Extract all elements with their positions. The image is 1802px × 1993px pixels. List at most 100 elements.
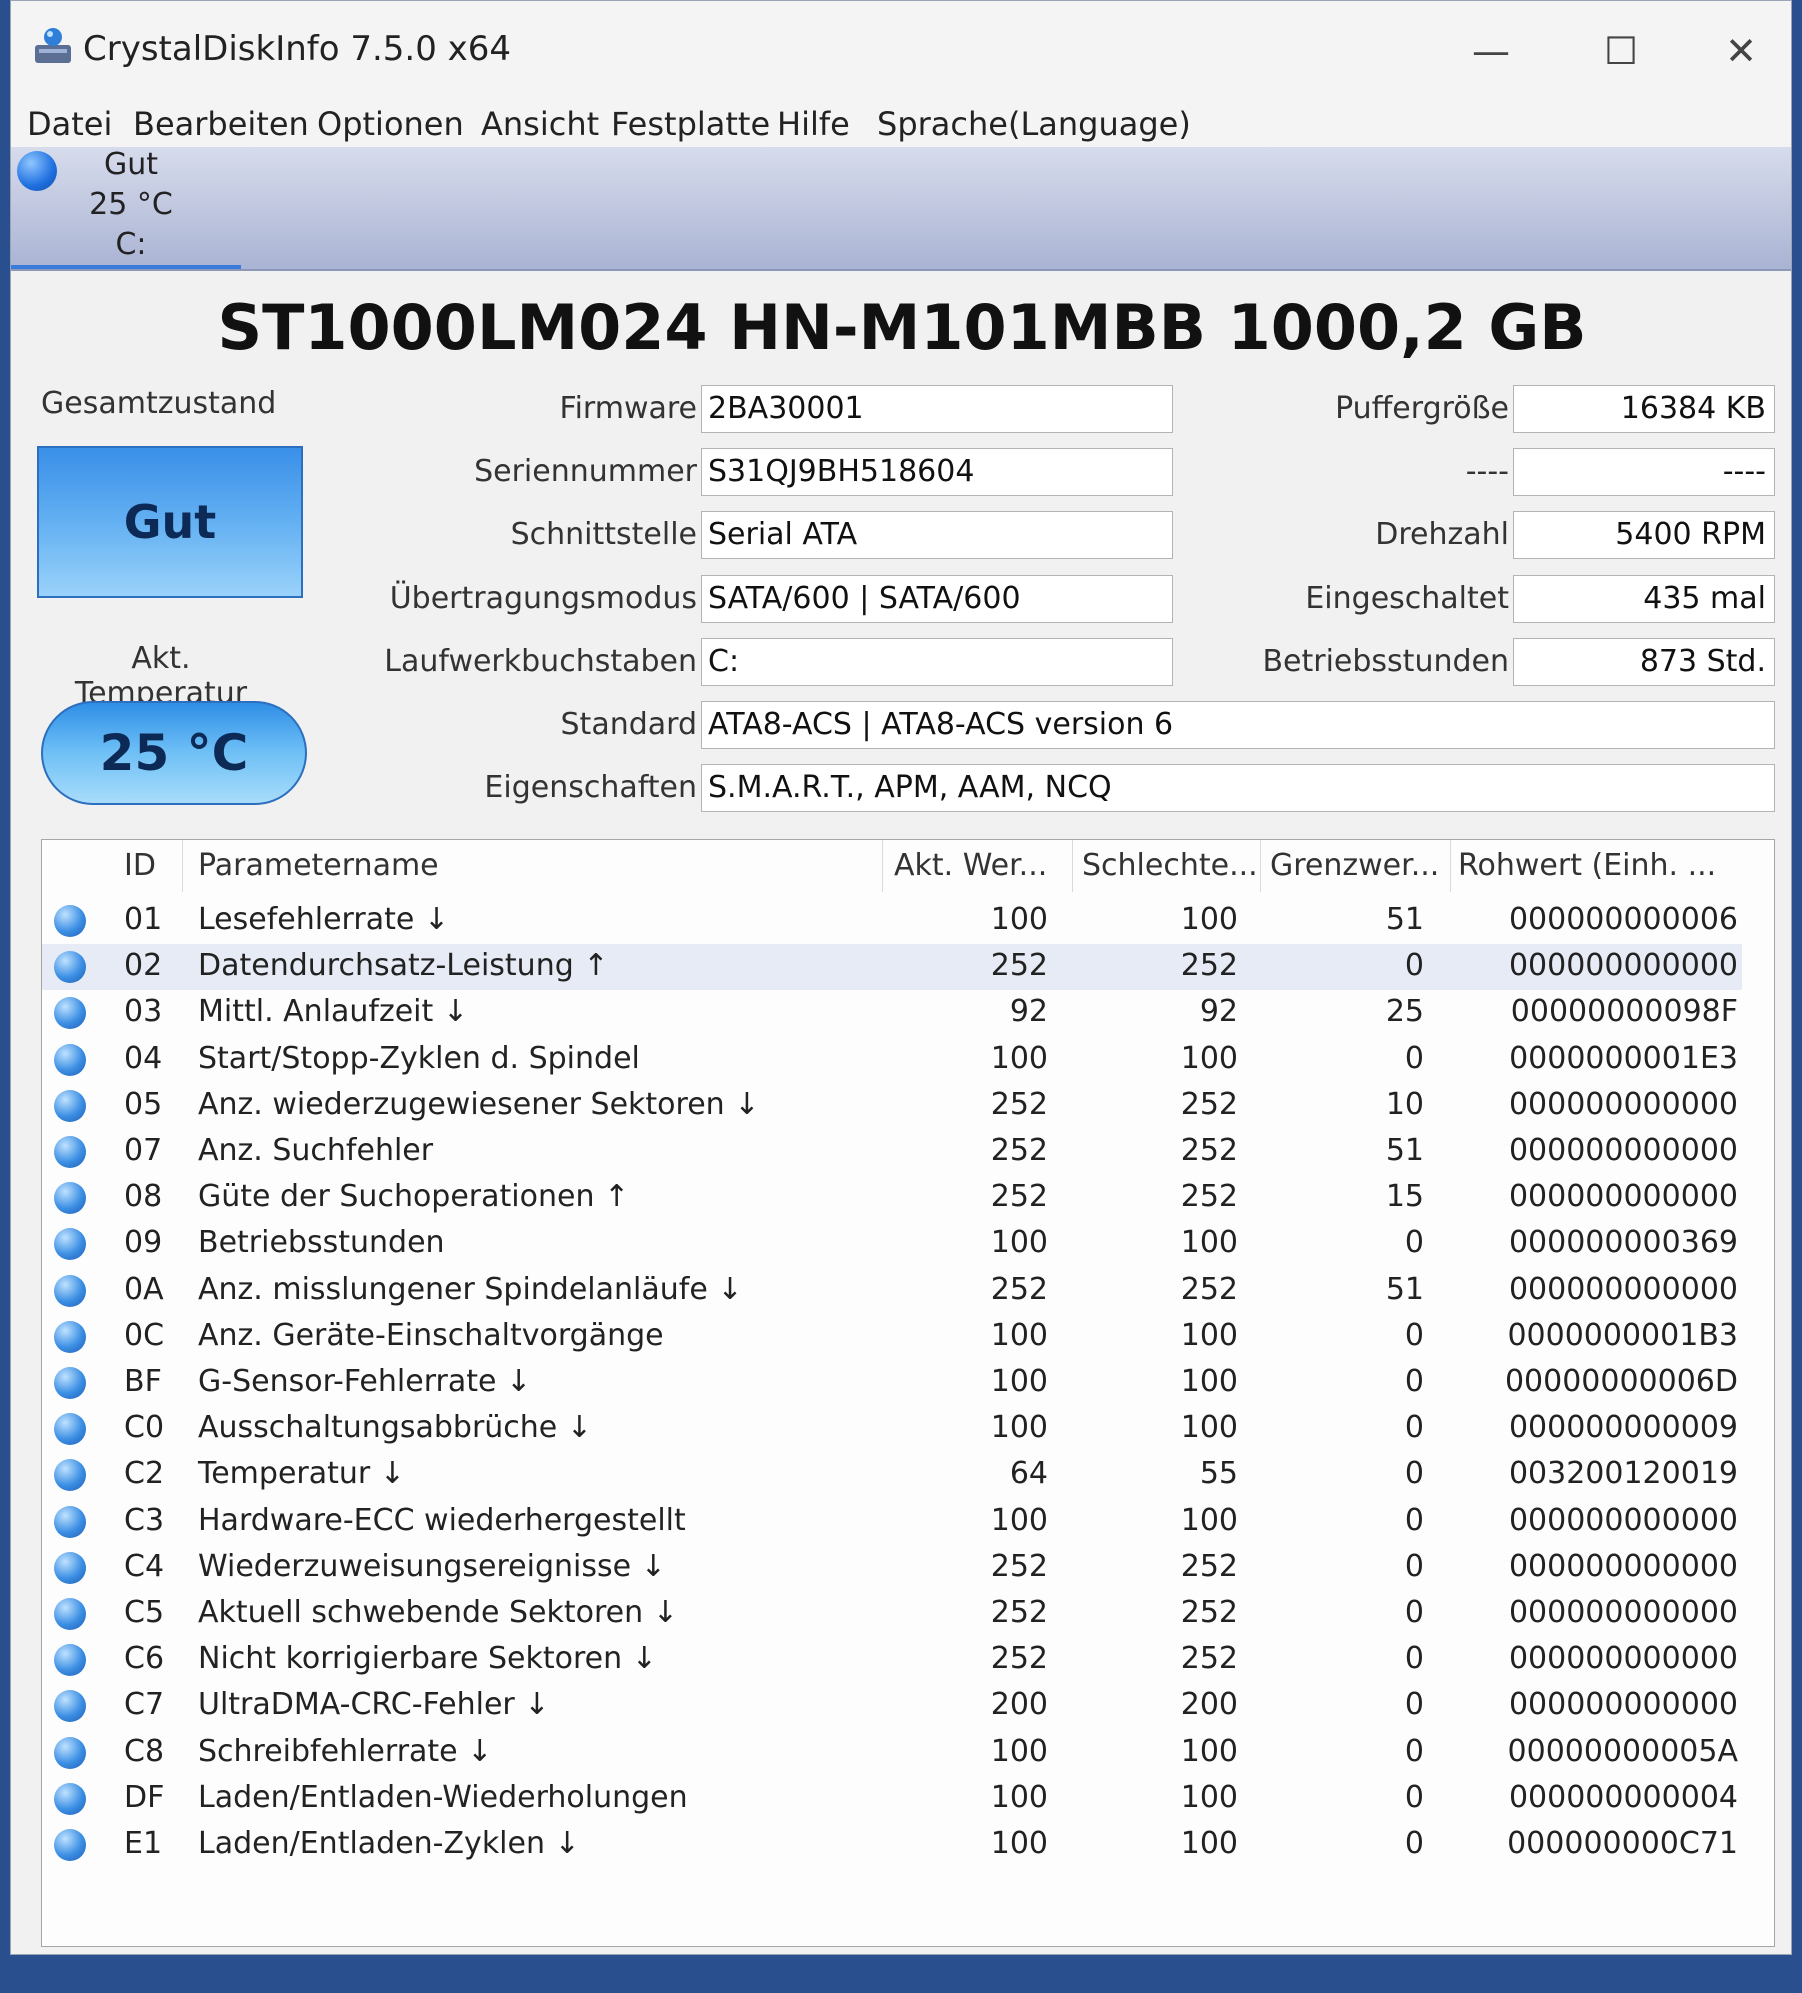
table-row[interactable]: C4 Wiederzuweisungsereignisse ↓ 252 252 0 000… <box>42 1545 1742 1591</box>
smart-cell-threshold: 0 <box>1404 1502 1424 1538</box>
health-label: Gesamtzustand <box>41 386 277 421</box>
smart-cell-id: C3 <box>124 1502 165 1538</box>
drive-tab-c[interactable]: Gut 25 °C C: <box>11 147 241 269</box>
status-dot-icon <box>54 1413 86 1446</box>
smart-cell-threshold: 25 <box>1385 994 1424 1030</box>
smart-cell-threshold: 0 <box>1404 1687 1424 1723</box>
smart-cell-name: G-Sensor-Fehlerrate ↓ <box>198 1364 532 1399</box>
menu-hilfe[interactable]: Hilfe <box>777 101 850 147</box>
power-on-hours-field: 873 Std. <box>1513 638 1775 686</box>
smart-cell-threshold: 51 <box>1385 1133 1424 1168</box>
table-row[interactable]: DF Laden/Entladen-Wiederholungen 100 100 0 00… <box>42 1776 1742 1822</box>
smart-cell-raw: 0000000001E3 <box>1509 1040 1738 1076</box>
buffer-field: 16384 KB <box>1513 385 1775 433</box>
maximize-button[interactable]: ☐ <box>1591 21 1651 81</box>
menu-ansicht[interactable]: Ansicht <box>481 101 599 147</box>
table-row[interactable]: C3 Hardware-ECC wiederhergestellt 100 100 0 0… <box>42 1499 1742 1545</box>
column-separator <box>1072 840 1073 892</box>
table-row[interactable]: C5 Aktuell schwebende Sektoren ↓ 252 252 0 00… <box>42 1591 1742 1637</box>
table-row[interactable]: 03 Mittl. Anlaufzeit ↓ 92 92 25 00000000098F <box>42 990 1742 1036</box>
smart-cell-id: C5 <box>124 1595 165 1630</box>
menu-bearbeiten[interactable]: Bearbeiten <box>133 101 309 147</box>
table-row[interactable]: C0 Ausschaltungsabbrüche ↓ 100 100 0 00000000… <box>42 1406 1742 1452</box>
smart-cell-id: C2 <box>124 1456 165 1492</box>
serial-label: Seriennummer <box>474 454 697 489</box>
status-dot-icon <box>54 1644 86 1677</box>
table-row[interactable]: BF G-Sensor-Fehlerrate ↓ 100 100 0 0000000000… <box>42 1360 1742 1406</box>
table-row[interactable]: C6 Nicht korrigierbare Sektoren ↓ 252 252 0 0… <box>42 1637 1742 1683</box>
column-header-name[interactable]: Parametername <box>198 848 439 883</box>
column-header-threshold[interactable]: Grenzwer... <box>1270 848 1439 883</box>
table-row[interactable]: C7 UltraDMA-CRC-Fehler ↓ 200 200 0 0000000000… <box>42 1683 1742 1729</box>
smart-cell-name: Temperatur ↓ <box>198 1456 405 1492</box>
drive-tab-temperature: 25 °C <box>89 187 173 222</box>
column-header-raw[interactable]: Rohwert (Einh. ... <box>1458 848 1716 883</box>
firmware-field: 2BA30001 <box>701 385 1173 433</box>
status-dot-icon <box>54 997 86 1030</box>
column-header-current[interactable]: Akt. Wer... <box>894 848 1047 883</box>
table-row[interactable]: 0A Anz. misslungener Spindelanläufe ↓ 252 2… <box>42 1268 1742 1314</box>
health-status-button[interactable]: Gut <box>37 446 303 598</box>
table-row[interactable]: E1 Laden/Entladen-Zyklen ↓ 100 100 0 00000000… <box>42 1822 1742 1868</box>
smart-cell-raw: 00000000005A <box>1507 1733 1738 1769</box>
table-row[interactable]: 04 Start/Stopp-Zyklen d. Spindel 100 100 0 00… <box>42 1037 1742 1083</box>
smart-cell-name: Güte der Suchoperationen ↑ <box>198 1179 630 1215</box>
table-row[interactable]: 09 Betriebsstunden 100 100 0 000000000369 <box>42 1221 1742 1267</box>
table-row[interactable]: 07 Anz. Suchfehler 252 252 51 000000000000 <box>42 1129 1742 1175</box>
menu-festplatte[interactable]: Festplatte <box>611 101 770 147</box>
smart-cell-current: 92 <box>1009 994 1048 1030</box>
smart-cell-name: Schreibfehlerrate ↓ <box>198 1733 493 1769</box>
table-row[interactable]: 08 Güte der Suchoperationen ↑ 252 252 15 0000… <box>42 1175 1742 1221</box>
features-field: S.M.A.R.T., APM, AAM, NCQ <box>701 764 1775 812</box>
smart-cell-id: DF <box>124 1779 165 1815</box>
table-row[interactable]: 05 Anz. wiederzugewiesener Sektoren ↓ 252 2… <box>42 1083 1742 1129</box>
power-on-hours-label: Betriebsstunden <box>1262 644 1509 679</box>
menu-datei[interactable]: Datei <box>27 101 112 147</box>
status-dot-icon <box>54 1505 86 1538</box>
smart-cell-name: Betriebsstunden <box>198 1225 445 1261</box>
smart-cell-current: 100 <box>990 1225 1048 1261</box>
smart-cell-raw: 003200120019 <box>1508 1456 1738 1492</box>
smart-cell-worst: 200 <box>1180 1687 1238 1723</box>
menu-optionen[interactable]: Optionen <box>317 101 464 147</box>
table-row[interactable]: 01 Lesefehlerrate ↓ 100 100 51 000000000006 <box>42 898 1742 944</box>
smart-cell-worst: 252 <box>1180 1641 1238 1677</box>
smart-cell-id: E1 <box>124 1826 163 1861</box>
smart-cell-raw: 000000000000 <box>1508 1086 1738 1122</box>
smart-cell-id: 05 <box>124 1086 163 1122</box>
smart-cell-current: 100 <box>990 1040 1048 1076</box>
power-on-count-field: 435 mal <box>1513 575 1775 623</box>
minimize-button[interactable]: — <box>1461 21 1521 81</box>
column-separator <box>1450 840 1451 892</box>
smart-cell-worst: 55 <box>1199 1456 1238 1492</box>
column-header-worst[interactable]: Schlechte... <box>1082 848 1258 883</box>
smart-cell-name: Lesefehlerrate ↓ <box>198 902 449 937</box>
menu-sprache[interactable]: Sprache(Language) <box>877 101 1191 147</box>
smart-cell-worst: 252 <box>1180 1179 1238 1215</box>
smart-cell-worst: 92 <box>1199 994 1238 1030</box>
status-dot-icon <box>54 1320 86 1353</box>
smart-cell-id: 02 <box>124 948 163 984</box>
smart-cell-worst: 100 <box>1180 1225 1238 1261</box>
table-row[interactable]: 0C Anz. Geräte-Einschaltvorgänge 100 100 0 00… <box>42 1314 1742 1360</box>
window-title: CrystalDiskInfo 7.5.0 x64 <box>83 29 512 69</box>
table-row[interactable]: C2 Temperatur ↓ 64 55 0 003200120019 <box>42 1452 1742 1498</box>
column-header-id[interactable]: ID <box>124 848 156 883</box>
transfer-mode-field: SATA/600 | SATA/600 <box>701 575 1173 623</box>
table-row[interactable]: C8 Schreibfehlerrate ↓ 100 100 0 00000000005A <box>42 1730 1742 1776</box>
app-window: CrystalDiskInfo 7.5.0 x64 — ☐ ✕ Datei Be… <box>10 0 1792 1955</box>
status-dot-icon <box>54 951 86 984</box>
temperature-button[interactable]: 25 °C <box>41 701 307 805</box>
drive-letter-label: Laufwerkbuchstaben <box>384 644 697 679</box>
smart-cell-worst: 252 <box>1180 948 1238 984</box>
smart-cell-current: 100 <box>990 1733 1048 1769</box>
drive-model-title: ST1000LM024 HN-M101MBB 1000,2 GB <box>217 291 1587 364</box>
smart-attributes-table[interactable]: ID Parametername Akt. Wer... Schlechte..… <box>41 839 1775 1947</box>
status-dot-icon <box>54 1367 86 1399</box>
smart-cell-id: C6 <box>124 1641 165 1677</box>
drive-tab-status: Gut <box>103 147 159 182</box>
smart-cell-worst: 100 <box>1180 1502 1238 1538</box>
column-separator <box>882 840 883 892</box>
close-button[interactable]: ✕ <box>1711 21 1771 81</box>
table-row[interactable]: 02 Datendurchsatz-Leistung ↑ 252 252 0 000000… <box>42 944 1742 991</box>
